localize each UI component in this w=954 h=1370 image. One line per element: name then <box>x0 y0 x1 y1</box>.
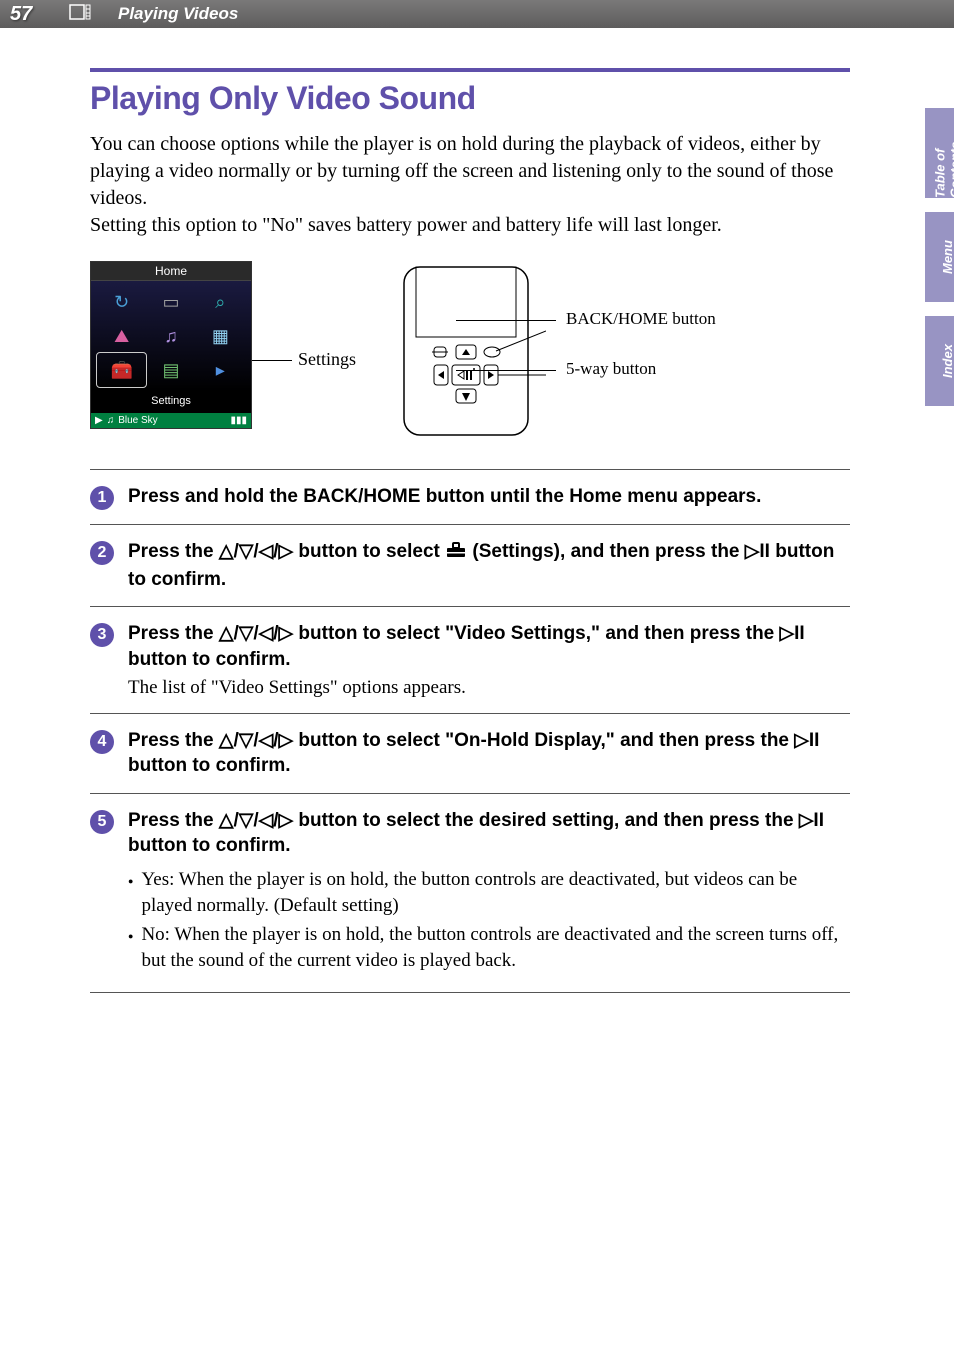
tab-table-of-contents[interactable]: Table of Contents <box>925 108 954 198</box>
back-home-label: BACK/HOME button <box>566 309 716 329</box>
step-3-text: Press the △/▽/◁/▷ button to select "Vide… <box>128 621 850 672</box>
battery-icon: ▮▮▮ <box>230 415 247 426</box>
divider <box>90 992 850 993</box>
video-section-icon <box>60 4 100 25</box>
title-rule <box>90 68 850 72</box>
step-number-2: 2 <box>90 541 114 565</box>
radio-icon: ▭ <box>146 285 195 319</box>
device-settings-label: Settings <box>91 391 251 413</box>
video-list-icon: ▦ <box>196 319 245 353</box>
step-5-text: Press the △/▽/◁/▷ button to select the d… <box>128 808 850 859</box>
step-4: 4 Press the △/▽/◁/▷ button to select "On… <box>90 714 850 793</box>
music-icon: ♫ <box>146 319 195 353</box>
dpad-arrows-icon: △/▽/◁/▷ <box>219 541 293 562</box>
intro-paragraph-2: Setting this option to "No" saves batter… <box>90 214 722 236</box>
step-3: 3 Press the △/▽/◁/▷ button to select "Vi… <box>90 607 850 712</box>
photo-icon: ⛰ <box>97 319 146 353</box>
intro-paragraph-1: You can choose options while the player … <box>90 133 833 209</box>
page-header: 57 Playing Videos <box>0 0 954 28</box>
breadcrumb: Playing Videos <box>100 4 238 24</box>
fiveway-label: 5-way button <box>566 359 716 379</box>
step-2-text: Press the △/▽/◁/▷ button to select (Sett… <box>128 539 850 592</box>
play-pause-icon: ▷II <box>745 541 770 562</box>
music-note-icon: ♫ <box>107 415 115 426</box>
now-playing-title: Blue Sky <box>118 415 157 426</box>
play-pause-icon: ▷II <box>799 810 824 831</box>
step-5-bullets: Yes: When the player is on hold, the but… <box>128 867 850 974</box>
playlist-icon: ▤ <box>146 353 195 387</box>
dpad-arrows-icon: △/▽/◁/▷ <box>219 623 293 644</box>
step-number-5: 5 <box>90 810 114 834</box>
step-number-4: 4 <box>90 730 114 754</box>
step-number-3: 3 <box>90 623 114 647</box>
list-item: Yes: When the player is on hold, the but… <box>128 867 850 918</box>
play-pause-icon: ▷II <box>780 623 805 644</box>
tab-menu[interactable]: Menu <box>925 212 954 302</box>
settings-callout: Settings <box>252 349 356 429</box>
tab-index[interactable]: Index <box>925 316 954 406</box>
settings-toolbox-icon <box>445 541 467 567</box>
search-icon: ⌕ <box>196 285 245 319</box>
dpad-arrows-icon: △/▽/◁/▷ <box>219 810 293 831</box>
step-1: 1 Press and hold the BACK/HOME button un… <box>90 470 850 524</box>
settings-toolbox-icon: 🧰 <box>97 353 146 387</box>
play-pause-icon: ▷II <box>794 730 819 751</box>
page-number: 57 <box>10 3 60 26</box>
step-3-follow: The list of "Video Settings" options app… <box>128 677 850 699</box>
now-playing-bar: ▶ ♫ Blue Sky ▮▮▮ <box>91 413 251 428</box>
step-5: 5 Press the △/▽/◁/▷ button to select the… <box>90 794 850 992</box>
dpad-arrows-icon: △/▽/◁/▷ <box>219 730 293 751</box>
page-title: Playing Only Video Sound <box>90 80 850 117</box>
device-mockup: Home ↻ ▭ ⌕ ⛰ ♫ ▦ 🧰 ▤ ▸ Settings ▶ ♫ Blue… <box>90 261 252 429</box>
list-item: No: When the player is on hold, the butt… <box>128 922 850 973</box>
now-playing-icon: ▸ <box>196 353 245 387</box>
step-number-1: 1 <box>90 486 114 510</box>
device-home-label: Home <box>91 262 251 281</box>
step-4-text: Press the △/▽/◁/▷ button to select "On-H… <box>128 728 850 779</box>
shuffle-icon: ↻ <box>97 285 146 319</box>
player-diagram: BACK/HOME button 5-way button <box>386 261 716 441</box>
step-1-text: Press and hold the BACK/HOME button unti… <box>128 484 850 510</box>
intro-text: You can choose options while the player … <box>90 131 850 239</box>
step-2: 2 Press the △/▽/◁/▷ button to select (Se… <box>90 525 850 606</box>
play-icon: ▶ <box>95 415 103 426</box>
